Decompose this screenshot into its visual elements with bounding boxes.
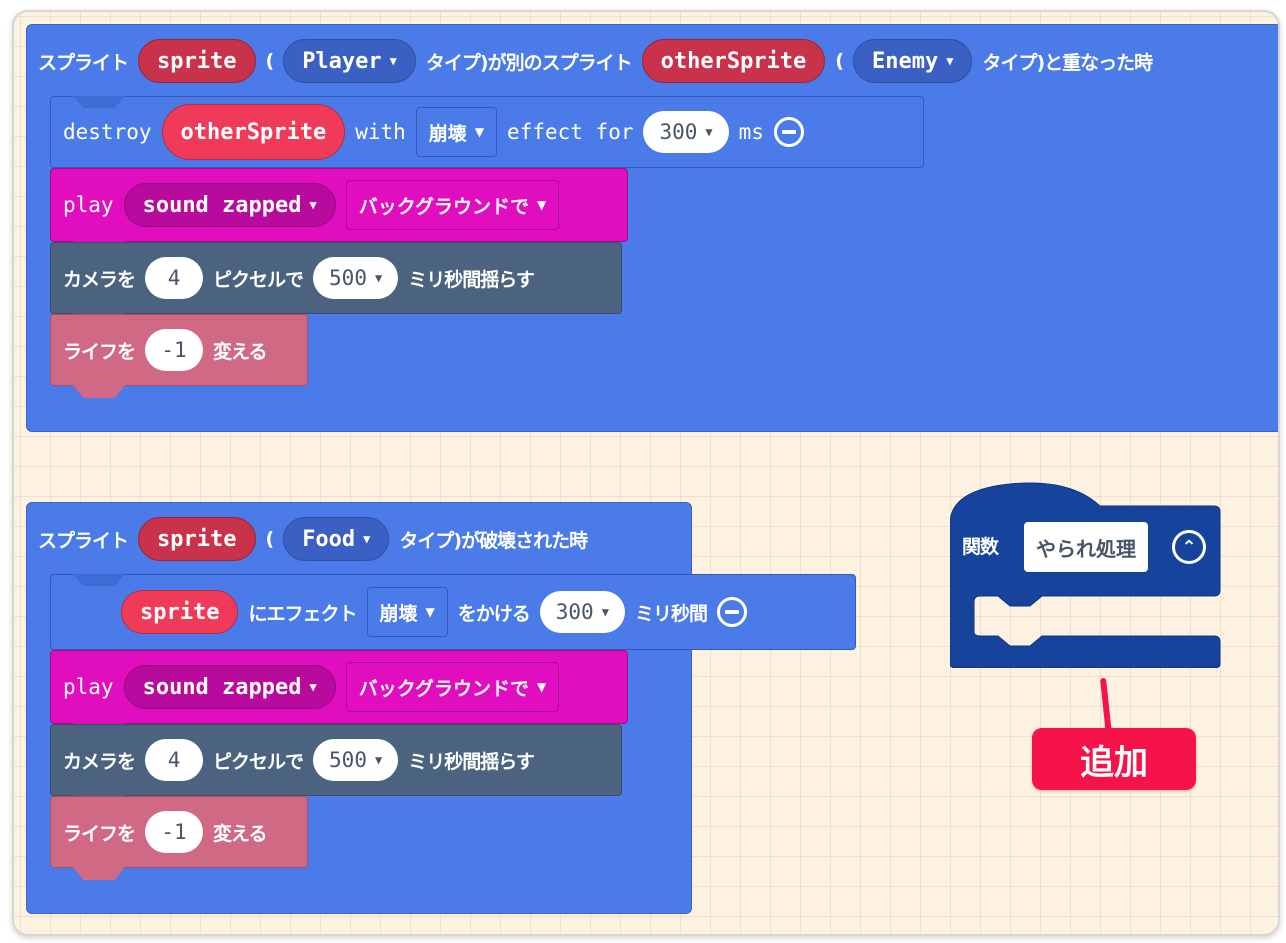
mode-label: バックグラウンドで — [358, 677, 530, 700]
shake-pixels-input[interactable]: 4 — [145, 739, 204, 781]
on-overlap-header: スプライト sprite ( Player ▼ タイプ)が別のスプライト othe… — [26, 32, 1153, 90]
caret-down-icon: ▼ — [309, 198, 317, 212]
shake-mid: ピクセルで — [213, 750, 304, 773]
change-life-block[interactable]: ライフを -1 変える — [50, 314, 308, 398]
header-prefix: スプライト — [38, 529, 129, 552]
effect-unit: ミリ秒間 — [634, 602, 708, 625]
duration-dropdown[interactable]: 300 ▼ — [643, 111, 729, 153]
camera-shake-block[interactable]: カメラを 4 ピクセルで 500 ▼ ミリ秒間揺らす — [50, 724, 622, 808]
shake-duration-dropdown[interactable]: 500 ▼ — [313, 739, 399, 781]
kind-dropdown-enemy[interactable]: Enemy ▼ — [852, 39, 973, 83]
life-prefix: ライフを — [63, 822, 136, 845]
paren: ( — [265, 528, 275, 550]
callout-text: 追加 — [1080, 742, 1148, 783]
caret-down-icon: ▼ — [537, 680, 547, 694]
kind-dropdown-player[interactable]: Player ▼ — [283, 39, 416, 83]
sound-dropdown[interactable]: sound zapped ▼ — [123, 665, 336, 709]
duration-value: 300 — [659, 120, 698, 144]
caret-down-icon: ▼ — [537, 198, 547, 212]
caret-down-icon: ▼ — [474, 125, 485, 139]
kind-dropdown-food[interactable]: Food ▼ — [283, 517, 390, 561]
caret-down-icon: ▼ — [374, 271, 383, 285]
shake-pixels-input[interactable]: 4 — [145, 257, 204, 299]
caret-down-icon: ▼ — [946, 54, 954, 68]
collapse-chevron-up-icon[interactable]: ⌃ — [1172, 530, 1206, 564]
effect-for-label: effect for — [507, 120, 634, 144]
function-label: 関数 — [962, 536, 999, 558]
life-value-input[interactable]: -1 — [145, 329, 204, 371]
caret-down-icon: ▼ — [309, 680, 317, 694]
effect-target-variable[interactable]: sprite — [121, 590, 239, 634]
block-notch — [73, 574, 125, 586]
shake-suffix: ミリ秒間揺らす — [408, 268, 535, 291]
caret-down-icon: ▼ — [601, 605, 609, 619]
header-prefix: スプライト — [38, 51, 129, 74]
caret-down-icon: ▼ — [705, 125, 713, 139]
caret-down-icon: ▼ — [425, 605, 435, 619]
other-sprite-variable[interactable]: otherSprite — [641, 39, 826, 83]
sound-label: sound zapped — [142, 674, 302, 700]
callout-pointer — [1100, 677, 1112, 735]
shake-prefix: カメラを — [63, 268, 136, 291]
destroy-block[interactable]: destroy otherSprite with 崩壊 ▼ effect for … — [50, 96, 924, 168]
effect-duration-dropdown[interactable]: 300 ▼ — [539, 591, 625, 633]
kind-label: Enemy — [871, 48, 939, 74]
life-value-input[interactable]: -1 — [145, 811, 204, 853]
on-destroyed-header: スプライト sprite ( Food ▼ タイプ)が破壊された時 — [26, 510, 588, 568]
play-label: play — [63, 193, 114, 217]
workspace-canvas[interactable]: スプライト sprite ( Player ▼ タイプ)が別のスプライト othe… — [12, 10, 1280, 936]
effect-dropdown[interactable]: 崩壊 ▼ — [415, 107, 498, 157]
paren2: ( — [835, 50, 844, 72]
caret-down-icon: ▼ — [374, 753, 383, 767]
shake-duration-dropdown[interactable]: 500 ▼ — [313, 257, 399, 299]
life-suffix: 変える — [213, 340, 267, 363]
duration-value: 500 — [329, 748, 367, 772]
header-suffix: タイプ)と重なった時 — [982, 51, 1153, 74]
block-notch — [73, 96, 125, 108]
duration-value: 500 — [329, 266, 367, 290]
effect-label: 崩壊 — [379, 602, 418, 625]
effect-mid2: をかける — [457, 602, 531, 625]
remove-arg-icon[interactable] — [716, 597, 747, 627]
effect-label: 崩壊 — [428, 122, 467, 145]
play-sound-block[interactable]: play sound zapped ▼ バックグラウンドで ▼ — [50, 168, 628, 254]
mode-label: バックグラウンドで — [358, 195, 530, 218]
paren: ( — [265, 50, 275, 72]
play-mode-dropdown[interactable]: バックグラウンドで ▼ — [345, 662, 560, 712]
header-mid: タイプ)が別のスプライト — [425, 51, 633, 74]
function-block-shape — [949, 482, 1221, 669]
destroy-target-variable[interactable]: otherSprite — [161, 104, 346, 160]
remove-arg-icon[interactable] — [773, 117, 804, 147]
caret-down-icon: ▼ — [389, 54, 397, 68]
play-mode-dropdown[interactable]: バックグラウンドで ▼ — [345, 180, 560, 230]
play-label: play — [63, 675, 114, 699]
life-prefix: ライフを — [63, 340, 136, 363]
kind-label: Food — [302, 526, 356, 552]
with-label: with — [355, 120, 406, 144]
change-life-block[interactable]: ライフを -1 変える — [50, 796, 308, 880]
function-block[interactable]: 関数 やられ処理 ⌃ — [949, 480, 1222, 669]
sprite-variable[interactable]: sprite — [138, 39, 256, 83]
sprite-variable[interactable]: sprite — [138, 517, 256, 561]
ms-label: ms — [738, 120, 764, 144]
shake-mid: ピクセルで — [213, 268, 304, 291]
play-sound-block[interactable]: play sound zapped ▼ バックグラウンドで ▼ — [50, 650, 628, 736]
callout-label-badge: 追加 — [1032, 728, 1196, 790]
camera-shake-block[interactable]: カメラを 4 ピクセルで 500 ▼ ミリ秒間揺らす — [50, 242, 622, 326]
shake-suffix: ミリ秒間揺らす — [408, 750, 535, 773]
apply-effect-block[interactable]: sprite にエフェクト 崩壊 ▼ をかける 300 ▼ ミリ秒間 — [50, 574, 856, 650]
effect-dropdown[interactable]: 崩壊 ▼ — [366, 587, 448, 637]
duration-value: 300 — [555, 600, 594, 624]
function-name-input[interactable]: やられ処理 — [1024, 522, 1148, 572]
effect-mid: にエフェクト — [248, 602, 357, 625]
shake-prefix: カメラを — [63, 750, 136, 773]
kind-label: Player — [302, 48, 382, 74]
header-suffix: タイプ)が破壊された時 — [399, 529, 588, 552]
life-suffix: 変える — [213, 822, 267, 845]
destroy-label: destroy — [63, 120, 152, 144]
sound-dropdown[interactable]: sound zapped ▼ — [123, 183, 336, 227]
sound-label: sound zapped — [142, 192, 302, 218]
caret-down-icon: ▼ — [363, 532, 371, 546]
